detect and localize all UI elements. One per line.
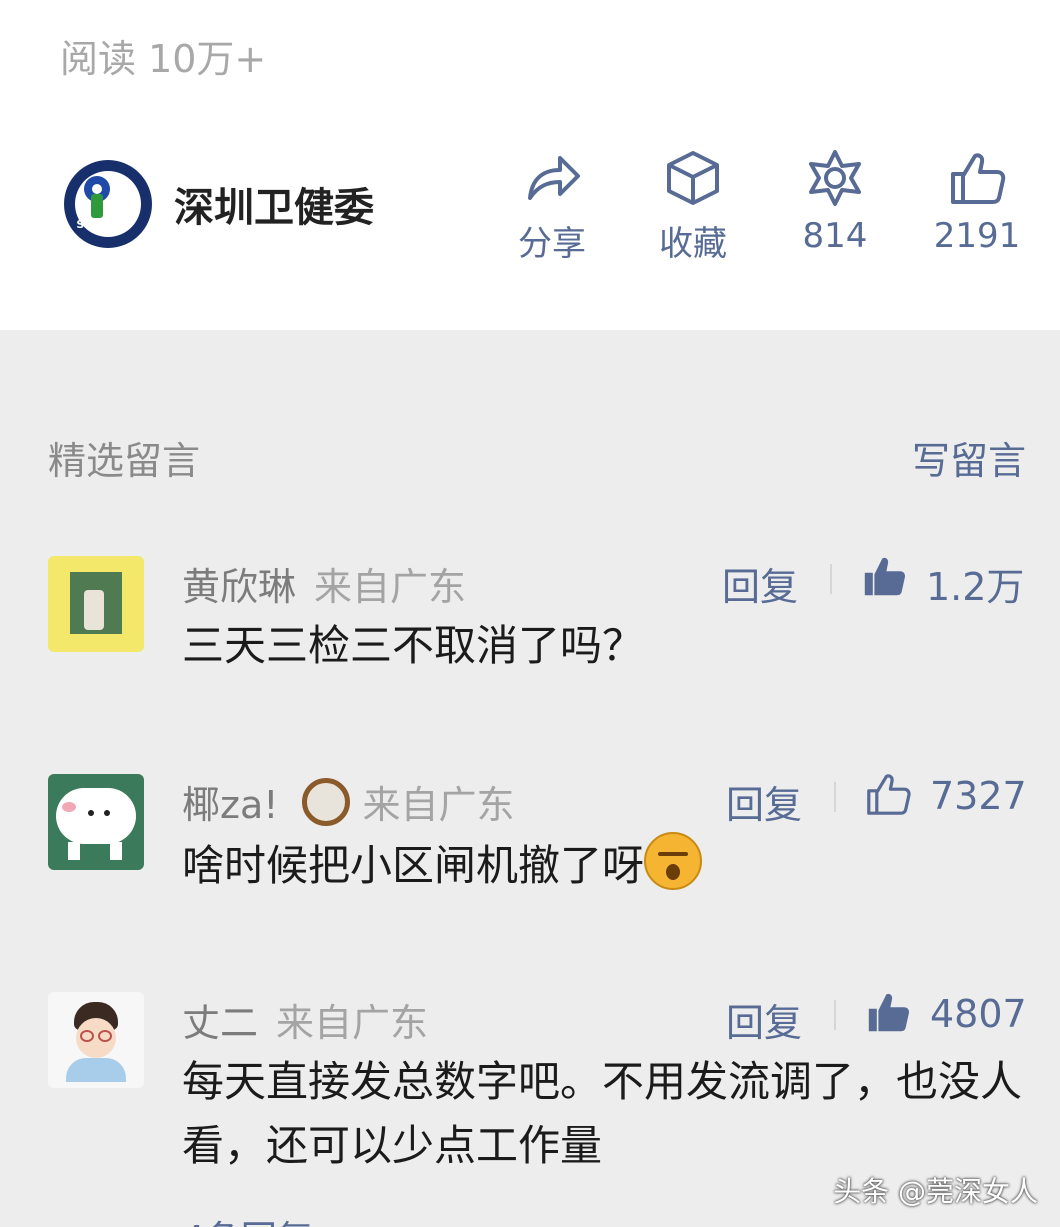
comment-location: 来自广东 [314,565,467,609]
coconut-icon [302,778,351,826]
comment-text: 啥时候把小区闸机撤了呀 [182,841,645,890]
article-footer: 阅读 10万+ SZHC 深圳卫健委 分享 收藏 814 2191 [0,0,1060,330]
avatar[interactable] [48,774,144,870]
emoji-icon [644,832,703,890]
account-logo: SZHC [64,160,152,248]
share-icon [528,156,580,200]
more-replies-link[interactable]: 4条回复 > [182,1210,355,1227]
logo-text: SZHC [76,218,118,231]
star-icon [809,150,861,206]
divider [830,564,832,594]
thumb-up-icon [951,153,1006,204]
comment-location: 来自广东 [276,1001,429,1045]
write-comment-button[interactable]: 写留言 [912,430,1026,485]
star-count: 814 [802,216,868,256]
account-card[interactable]: SZHC 深圳卫健委 [64,160,374,248]
reply-button[interactable]: 回复 [722,556,798,611]
divider [834,1000,836,1030]
comment-author[interactable]: 椰za! [182,783,278,827]
comment-like-count: 4807 [930,992,1027,1036]
avatar[interactable] [48,992,144,1088]
comment-text: 三天三检三不取消了吗？ [182,621,645,670]
share-button[interactable]: 分享 [497,148,607,265]
thumb-up-icon[interactable] [864,770,912,818]
favorite-label: 收藏 [659,224,727,264]
thumb-up-filled-icon[interactable] [864,988,912,1036]
reply-button[interactable]: 回复 [726,992,802,1047]
like-button[interactable]: 2191 [922,148,1032,256]
cube-icon [667,151,719,205]
comment-author[interactable]: 黄欣琳 [182,565,296,609]
favorite-button[interactable]: 收藏 [638,148,748,265]
divider [834,782,836,812]
like-count: 2191 [933,216,1021,256]
thumb-up-filled-icon[interactable] [860,552,908,600]
comments-title: 精选留言 [48,439,201,483]
comment-like-count: 7327 [930,774,1027,818]
comment-location: 来自广东 [362,783,515,827]
reply-button[interactable]: 回复 [726,774,802,829]
share-label: 分享 [518,224,586,264]
comment-text: 每天直接发总数字吧。不用发流调了，也没人看，还可以少点工作量 [182,1057,1023,1170]
comment-like-count: 1.2万 [926,565,1025,609]
account-name[interactable]: 深圳卫健委 [174,175,374,233]
watermark: 头条 @莞深女人 [833,1175,1038,1208]
star-button[interactable]: 814 [780,148,890,256]
read-count: 阅读 10万+ [60,37,267,81]
comment-text-row: 啥时候把小区闸机撤了呀 [182,832,1022,898]
avatar[interactable] [48,556,144,652]
comment-author[interactable]: 丈二 [182,1001,258,1045]
